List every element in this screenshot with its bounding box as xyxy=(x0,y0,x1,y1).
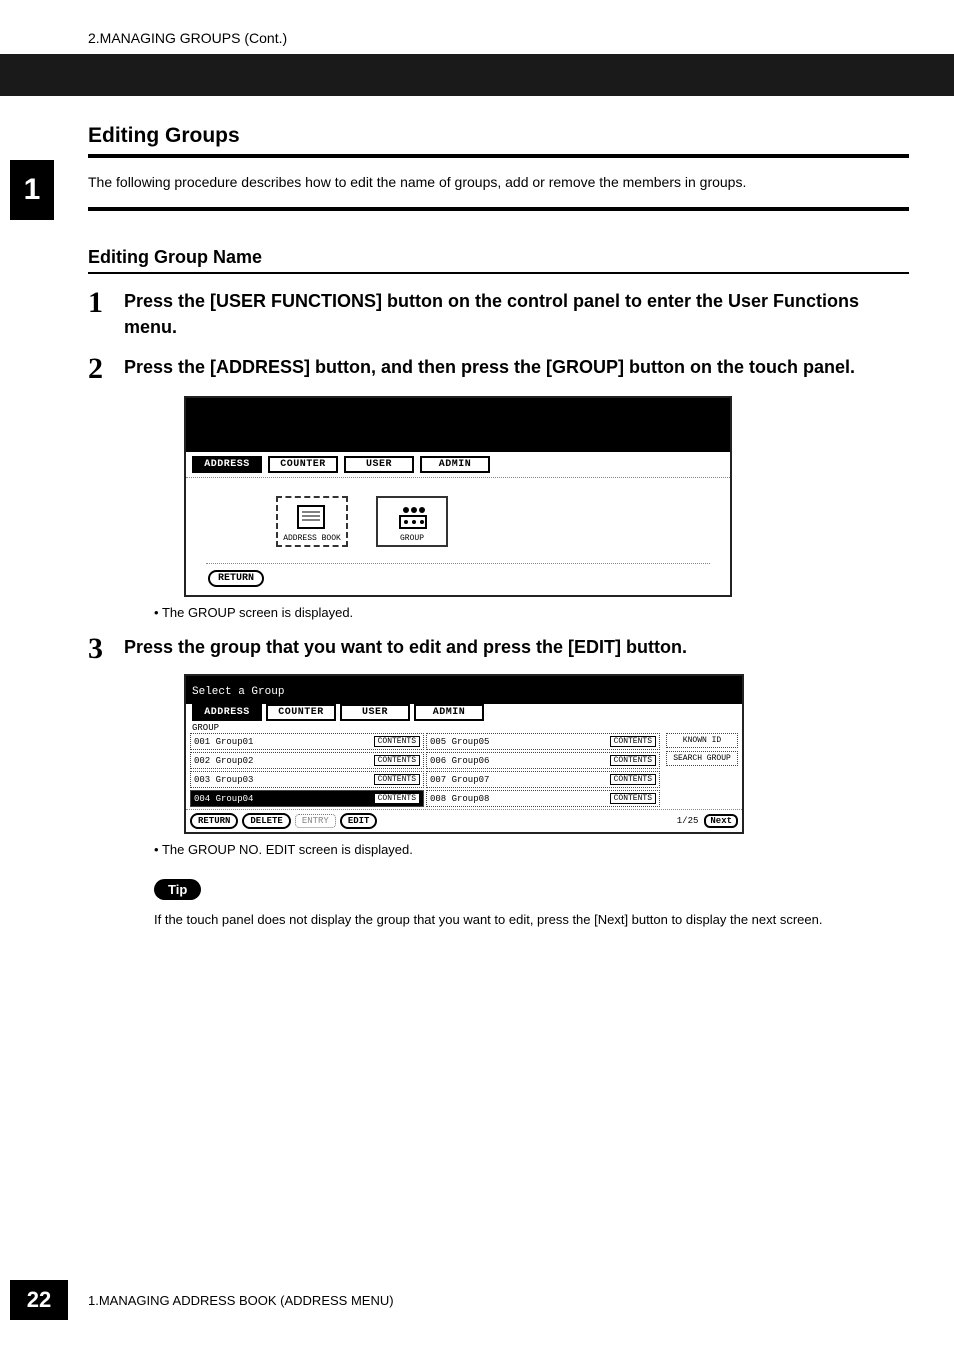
group-id: 004 xyxy=(194,794,210,804)
tab-counter[interactable]: COUNTER xyxy=(268,456,338,473)
step-text: Press the [USER FUNCTIONS] button on the… xyxy=(124,288,909,340)
group-row[interactable]: 008 Group08 CONTENTS xyxy=(426,790,660,807)
tip-text: If the touch panel does not display the … xyxy=(154,910,909,930)
group-id: 007 xyxy=(430,775,446,785)
group-id: 001 xyxy=(194,737,210,747)
group-name: Group07 xyxy=(452,775,490,785)
address-book-icon xyxy=(292,502,332,532)
page-number: 22 xyxy=(10,1280,68,1320)
group-button[interactable]: GROUP xyxy=(376,496,448,547)
tab-address[interactable]: ADDRESS xyxy=(192,456,262,473)
contents-button[interactable]: CONTENTS xyxy=(610,793,656,804)
step: 2 Press the [ADDRESS] button, and then p… xyxy=(88,354,909,620)
group-id: 003 xyxy=(194,775,210,785)
icon-label: GROUP xyxy=(400,534,424,543)
search-group-button[interactable]: SEARCH GROUP xyxy=(666,751,738,766)
group-id: 006 xyxy=(430,756,446,766)
step-text: Press the [ADDRESS] button, and then pre… xyxy=(124,354,909,380)
footer-text: 1.MANAGING ADDRESS BOOK (ADDRESS MENU) xyxy=(88,1293,394,1308)
entry-button-disabled: ENTRY xyxy=(295,814,336,828)
step-number: 3 xyxy=(88,634,114,930)
contents-button[interactable]: CONTENTS xyxy=(610,774,656,785)
contents-button[interactable]: CONTENTS xyxy=(374,774,420,785)
step-number: 2 xyxy=(88,354,114,620)
step: 3 Press the group that you want to edit … xyxy=(88,634,909,930)
group-name: Group08 xyxy=(452,794,490,804)
running-head: 2.MANAGING GROUPS (Cont.) xyxy=(88,30,954,46)
tab-address[interactable]: ADDRESS xyxy=(192,704,262,721)
group-row[interactable]: 001 Group01 CONTENTS xyxy=(190,733,424,750)
edit-button[interactable]: EDIT xyxy=(340,813,378,829)
tab-admin[interactable]: ADMIN xyxy=(420,456,490,473)
group-name: Group03 xyxy=(216,775,254,785)
group-row[interactable]: 005 Group05 CONTENTS xyxy=(426,733,660,750)
touchpanel-screenshot-1: ADDRESS COUNTER USER ADMIN xyxy=(184,396,732,597)
section-intro: The following procedure describes how to… xyxy=(88,172,909,193)
step-note: The GROUP screen is displayed. xyxy=(154,605,909,620)
delete-button[interactable]: DELETE xyxy=(242,813,290,829)
return-button[interactable]: RETURN xyxy=(190,813,238,829)
group-name: Group01 xyxy=(216,737,254,747)
group-name: Group06 xyxy=(452,756,490,766)
lcd-blank-top xyxy=(186,398,730,452)
tab-user[interactable]: USER xyxy=(340,704,410,721)
page-footer: 22 1.MANAGING ADDRESS BOOK (ADDRESS MENU… xyxy=(0,1280,954,1320)
section-title: Editing Groups xyxy=(88,124,909,148)
tip-label: Tip xyxy=(154,879,201,900)
group-id: 008 xyxy=(430,794,446,804)
rule xyxy=(88,272,909,274)
group-row-selected[interactable]: 004 Group04 CONTENTS xyxy=(190,790,424,807)
rule xyxy=(88,154,909,158)
group-name: Group05 xyxy=(452,737,490,747)
rule xyxy=(88,207,909,211)
touchpanel-screenshot-2: Select a Group ADDRESS COUNTER USER ADMI… xyxy=(184,674,744,834)
group-id: 002 xyxy=(194,756,210,766)
subsection-title: Editing Group Name xyxy=(88,247,909,268)
contents-button[interactable]: CONTENTS xyxy=(374,736,420,747)
contents-button[interactable]: CONTENTS xyxy=(374,755,420,766)
group-id: 005 xyxy=(430,737,446,747)
return-button[interactable]: RETURN xyxy=(208,570,264,587)
tab-user[interactable]: USER xyxy=(344,456,414,473)
group-row[interactable]: 007 Group07 CONTENTS xyxy=(426,771,660,788)
step: 1 Press the [USER FUNCTIONS] button on t… xyxy=(88,288,909,340)
group-name: Group02 xyxy=(216,756,254,766)
contents-button[interactable]: CONTENTS xyxy=(374,793,420,804)
group-row[interactable]: 002 Group02 CONTENTS xyxy=(190,752,424,769)
contents-button[interactable]: CONTENTS xyxy=(610,736,656,747)
step-number: 1 xyxy=(88,288,114,340)
group-row[interactable]: 003 Group03 CONTENTS xyxy=(190,771,424,788)
section-label: GROUP xyxy=(186,721,742,733)
contents-button[interactable]: CONTENTS xyxy=(610,755,656,766)
tab-admin[interactable]: ADMIN xyxy=(414,704,484,721)
known-id-button[interactable]: KNOWN ID xyxy=(666,733,738,748)
next-button[interactable]: Next xyxy=(704,814,738,828)
tab-counter[interactable]: COUNTER xyxy=(266,704,336,721)
step-note: The GROUP NO. EDIT screen is displayed. xyxy=(154,842,909,857)
group-row[interactable]: 006 Group06 CONTENTS xyxy=(426,752,660,769)
lcd-prompt: Select a Group xyxy=(186,676,742,704)
address-book-button[interactable]: ADDRESS BOOK xyxy=(276,496,348,547)
icon-label: ADDRESS BOOK xyxy=(283,534,341,543)
group-name: Group04 xyxy=(216,794,254,804)
chapter-tab: 1 xyxy=(10,160,54,220)
step-text: Press the group that you want to edit an… xyxy=(124,634,909,660)
page-indicator: 1/25 xyxy=(677,816,699,826)
header-divider xyxy=(0,54,954,96)
group-icon xyxy=(392,502,432,532)
